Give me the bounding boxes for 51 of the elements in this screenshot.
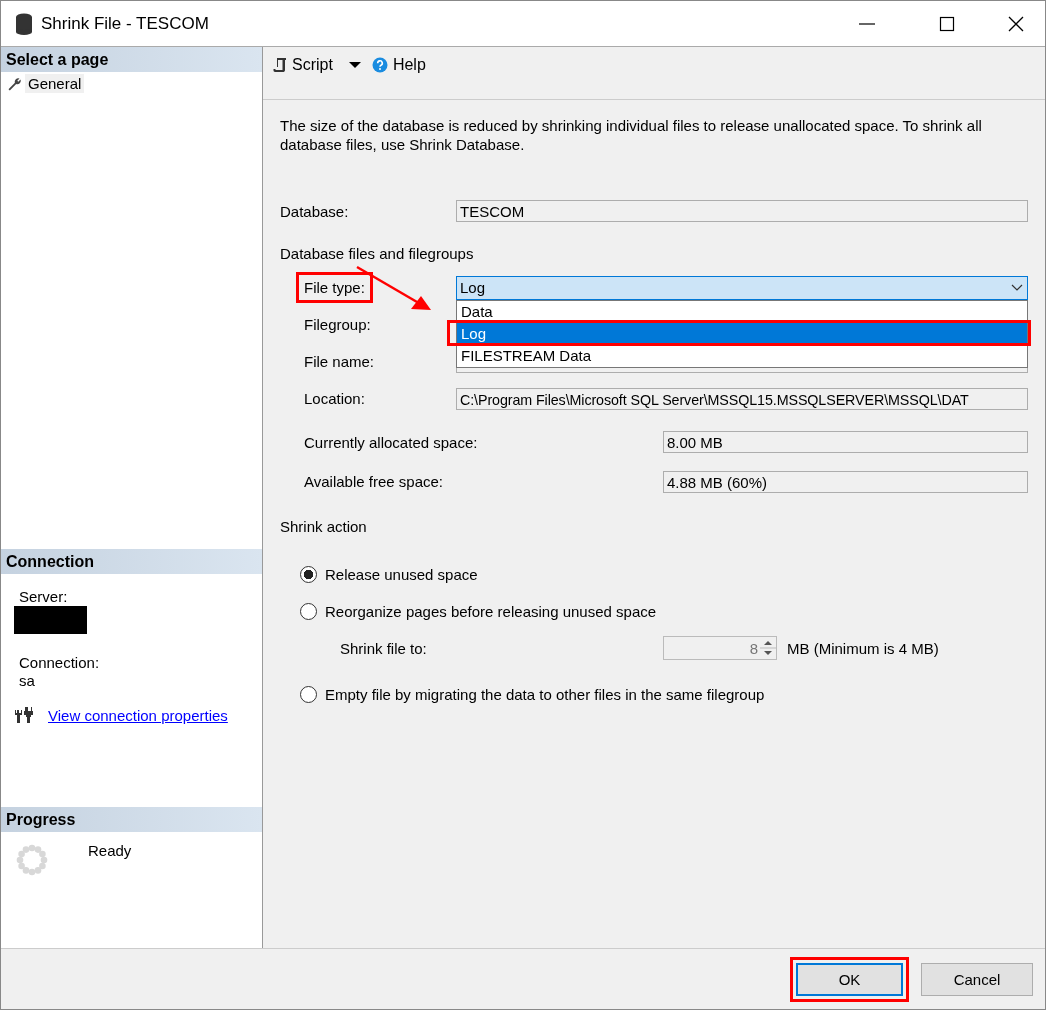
connection-value: sa [19, 672, 36, 690]
allocated-space-field[interactable]: 8.00 MB [663, 431, 1028, 453]
radio-label[interactable]: Reorganize pages before releasing unused space [325, 603, 657, 620]
dropdown-arrow-icon [347, 60, 362, 70]
free-space-field[interactable]: 4.88 MB (60%) [663, 470, 1028, 493]
database-field[interactable]: TESCOM [456, 200, 1028, 222]
section-header: Select a page [1, 47, 262, 72]
field-label: Available free space: [304, 473, 444, 490]
field-label: File type: [304, 279, 365, 296]
connection-properties-link[interactable]: View connection properties [48, 706, 228, 724]
minimize-icon [859, 22, 875, 25]
field-label: Location: [304, 390, 366, 407]
field-label: Filegroup: [304, 316, 372, 333]
section-heading: Database files and filegroups [280, 244, 475, 264]
radio-label[interactable]: Release unused space [325, 566, 478, 583]
help-icon [371, 57, 388, 73]
unit-label: MB (Minimum is 4 MB) [787, 639, 939, 657]
field-label: Shrink file to: [340, 639, 428, 657]
field-label: File name: [304, 353, 376, 370]
ok-button[interactable]: OK [796, 962, 903, 996]
section-heading: Shrink action [280, 517, 368, 537]
server-label: Server: [19, 588, 69, 606]
radio-button[interactable] [300, 686, 317, 703]
status-text: Ready [88, 842, 132, 860]
window-title: Shrink File - TESCOM [41, 13, 210, 34]
close-icon [1008, 15, 1024, 32]
maximize-icon [939, 15, 955, 32]
description-text: The size of the database is reduced by shrinking individual files to release unallocated space. To shrink all database files, use Shrink Database. [280, 116, 983, 154]
script-button[interactable]: Script [292, 56, 333, 74]
section-header: Connection [1, 549, 262, 574]
section-header: Progress [1, 807, 262, 832]
database-icon [15, 12, 33, 35]
chevron-down-icon [1010, 282, 1024, 293]
dropdown-option[interactable]: Data [457, 300, 1027, 323]
radio-button[interactable] [300, 603, 317, 620]
script-icon [273, 57, 287, 73]
file-type-dropdown[interactable]: Log [456, 275, 1028, 300]
field-label: Database: [280, 202, 350, 220]
dropdown-option[interactable]: Log [457, 322, 1027, 345]
help-button[interactable]: Help [392, 56, 426, 74]
spinner-icon [16, 844, 48, 876]
radio-button[interactable] [300, 566, 317, 583]
dropdown-option[interactable]: FILESTREAM Data [457, 344, 1027, 367]
location-field[interactable]: C:\Program Files\Microsoft SQL Server\MSSQL15.MSSQLSERVER\MSSQL\DAT [456, 387, 1028, 410]
radio-label[interactable]: Empty file by migrating the data to other files in the same filegroup [325, 686, 765, 703]
page-item[interactable]: General [25, 74, 85, 93]
wrench-icon [7, 76, 21, 91]
field-label: Currently allocated space: [304, 433, 479, 451]
cancel-button[interactable]: Cancel [921, 962, 1033, 996]
connection-label: Connection: [19, 654, 101, 672]
plug-icon [14, 706, 36, 724]
